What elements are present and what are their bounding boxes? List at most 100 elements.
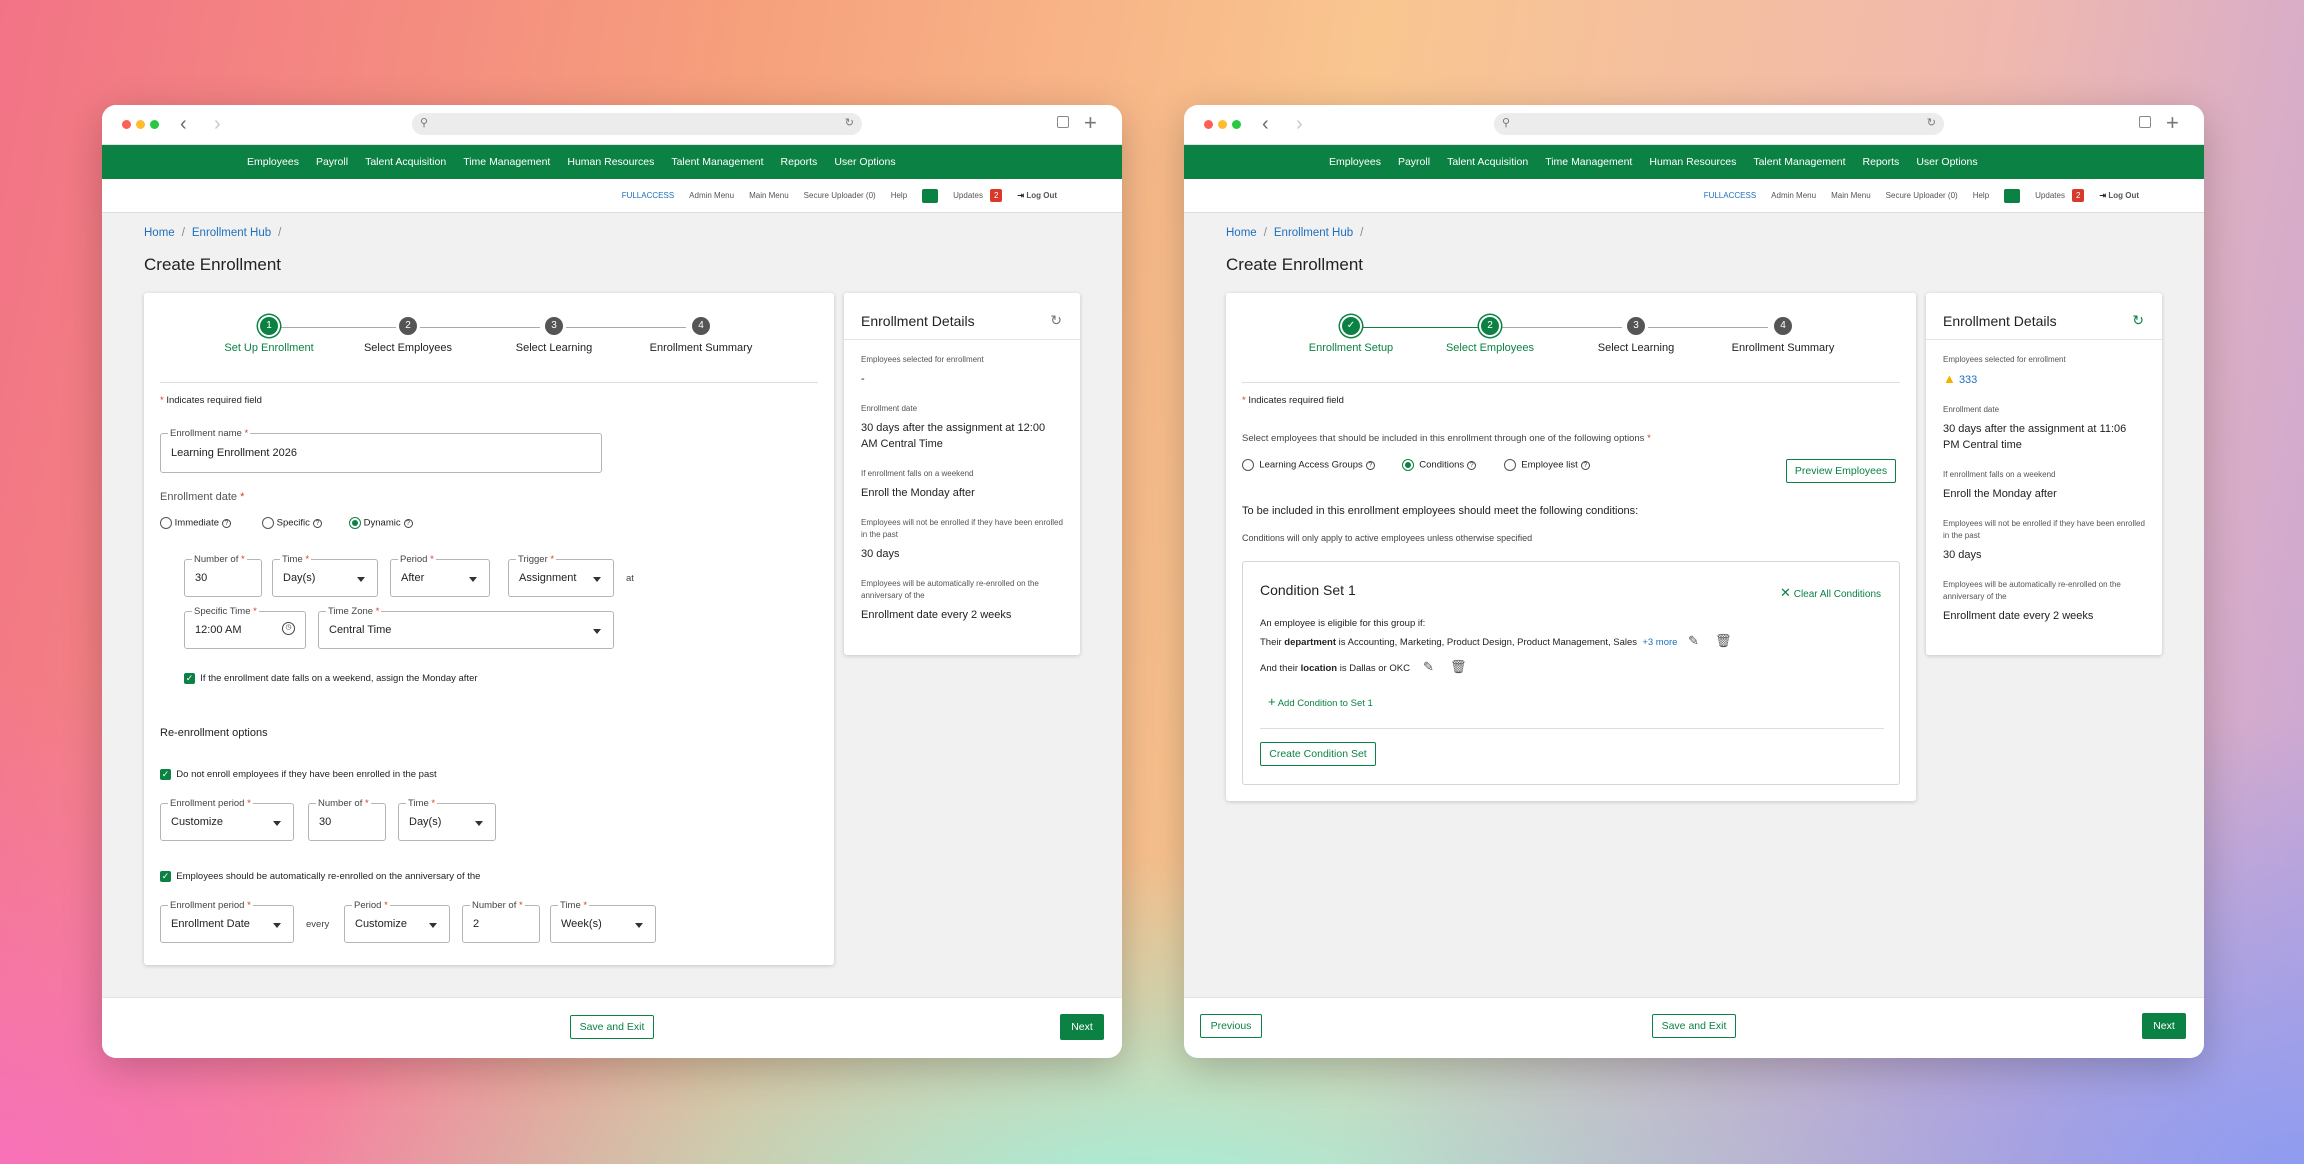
step-2[interactable]: 2 Select Employees [343, 317, 473, 354]
period-2-select[interactable]: Period * Customize [344, 899, 450, 943]
specific-time-field[interactable]: Specific Time * 12:00 AM ◷ [184, 605, 306, 649]
weekend-checkbox-row[interactable]: ✓ If the enrollment date falls on a week… [184, 673, 478, 684]
breadcrumb-home[interactable]: Home [144, 227, 175, 239]
option-employee-list[interactable]: Employee list? [1504, 459, 1590, 471]
updates-link[interactable]: Updates [2035, 191, 2065, 200]
date-option-specific[interactable]: Specific? [262, 517, 322, 529]
edit-icon[interactable]: ✎ [1688, 633, 1699, 649]
selected-count-link[interactable]: 333 [1959, 374, 1977, 386]
nav-user-options[interactable]: User Options [834, 156, 895, 168]
back-icon[interactable]: ‹ [1262, 112, 1269, 136]
logout-link[interactable]: ⇥ Log Out [2099, 191, 2139, 200]
share-icon[interactable] [1057, 116, 1069, 128]
secure-uploader-link[interactable]: Secure Uploader (0) [1886, 191, 1958, 200]
step-4[interactable]: 4 Enrollment Summary [636, 317, 766, 354]
nav-talent-acquisition[interactable]: Talent Acquisition [365, 156, 446, 168]
period-select[interactable]: Period * After [390, 553, 490, 597]
no-enroll-checkbox-row[interactable]: ✓ Do not enroll employees if they have b… [160, 769, 437, 780]
step-3[interactable]: 3 Select Learning [1571, 317, 1701, 354]
back-icon[interactable]: ‹ [180, 112, 187, 136]
help-icon[interactable]: ? [222, 518, 231, 528]
minimize-dot[interactable] [1218, 120, 1227, 129]
refresh-icon[interactable]: ↻ [2132, 312, 2144, 329]
step-4[interactable]: 4 Enrollment Summary [1718, 317, 1848, 354]
enrollment-period-2-select[interactable]: Enrollment period * Enrollment Date [160, 899, 294, 943]
address-bar[interactable]: ⚲ ↻ [412, 113, 862, 135]
option-conditions[interactable]: Conditions? [1402, 459, 1477, 471]
nav-payroll[interactable]: Payroll [316, 156, 348, 168]
enrollment-period-select[interactable]: Enrollment period * Customize [160, 797, 294, 841]
auto-reenroll-checkbox[interactable]: ✓ [160, 871, 171, 882]
radio-dynamic[interactable] [349, 517, 361, 529]
forward-icon[interactable]: › [214, 112, 221, 136]
help-icon[interactable]: ? [1365, 460, 1375, 470]
nav-human-resources[interactable]: Human Resources [1649, 156, 1736, 168]
minimize-dot[interactable] [136, 120, 145, 129]
updates-link[interactable]: Updates [953, 191, 983, 200]
nav-time-management[interactable]: Time Management [1545, 156, 1632, 168]
new-tab-icon[interactable]: + [1084, 108, 1097, 138]
nav-time-management[interactable]: Time Management [463, 156, 550, 168]
nav-reports[interactable]: Reports [1863, 156, 1900, 168]
more-link[interactable]: +3 more [1642, 637, 1677, 648]
forward-icon[interactable]: › [1296, 112, 1303, 136]
date-option-dynamic[interactable]: Dynamic? [349, 517, 413, 529]
enrollment-name-field[interactable]: Enrollment name * Learning Enrollment 202… [160, 427, 602, 473]
new-tab-icon[interactable]: + [2166, 108, 2179, 138]
next-button[interactable]: Next [1060, 1014, 1104, 1040]
share-icon[interactable] [2139, 116, 2151, 128]
auto-reenroll-checkbox-row[interactable]: ✓ Employees should be automatically re-e… [160, 871, 480, 882]
help-icon[interactable]: ? [312, 518, 322, 528]
reload-icon[interactable]: ↻ [845, 116, 854, 129]
flag-icon[interactable] [922, 188, 939, 203]
number-of-2-field[interactable]: Number of * 30 [308, 797, 386, 841]
trash-icon[interactable]: 🗑 [1715, 633, 1732, 649]
secure-uploader-link[interactable]: Secure Uploader (0) [804, 191, 876, 200]
breadcrumb-hub[interactable]: Enrollment Hub [192, 227, 271, 239]
reload-icon[interactable]: ↻ [1927, 116, 1936, 129]
help-link[interactable]: Help [1973, 191, 1989, 200]
time-2-select[interactable]: Time * Day(s) [398, 797, 496, 841]
step-3[interactable]: 3 Select Learning [489, 317, 619, 354]
nav-employees[interactable]: Employees [247, 156, 299, 168]
close-dot[interactable] [1204, 120, 1213, 129]
time-3-select[interactable]: Time * Week(s) [550, 899, 656, 943]
date-option-immediate[interactable]: Immediate? [160, 517, 231, 529]
nav-human-resources[interactable]: Human Resources [567, 156, 654, 168]
nav-talent-acquisition[interactable]: Talent Acquisition [1447, 156, 1528, 168]
help-icon[interactable]: ? [1467, 460, 1477, 470]
radio-immediate[interactable] [160, 517, 172, 529]
radio-employee-list[interactable] [1504, 459, 1516, 471]
flag-icon[interactable] [2004, 188, 2021, 203]
nav-talent-management[interactable]: Talent Management [671, 156, 763, 168]
fullaccess-link[interactable]: FULLACCESS [622, 191, 674, 200]
no-enroll-checkbox[interactable]: ✓ [160, 769, 171, 780]
edit-icon[interactable]: ✎ [1423, 659, 1434, 675]
help-icon[interactable]: ? [1580, 460, 1590, 470]
breadcrumb-home[interactable]: Home [1226, 227, 1257, 239]
nav-employees[interactable]: Employees [1329, 156, 1381, 168]
help-link[interactable]: Help [891, 191, 907, 200]
radio-conditions[interactable] [1402, 459, 1414, 471]
preview-employees-button[interactable]: Preview Employees [1786, 459, 1896, 483]
option-learning-access-groups[interactable]: Learning Access Groups? [1242, 459, 1375, 471]
previous-button[interactable]: Previous [1200, 1014, 1262, 1038]
number-of-field[interactable]: Number of * 30 [184, 553, 262, 597]
number-of-3-field[interactable]: Number of * 2 [462, 899, 540, 943]
next-button[interactable]: Next [2142, 1013, 2186, 1039]
weekend-checkbox[interactable]: ✓ [184, 673, 195, 684]
time-zone-select[interactable]: Time Zone * Central Time [318, 605, 614, 649]
step-1[interactable]: 1 Set Up Enrollment [204, 317, 334, 354]
step-2[interactable]: 2 Select Employees [1425, 317, 1555, 354]
clock-icon[interactable]: ◷ [282, 622, 295, 635]
zoom-dot[interactable] [150, 120, 159, 129]
help-icon[interactable]: ? [403, 518, 413, 528]
breadcrumb-hub[interactable]: Enrollment Hub [1274, 227, 1353, 239]
fullaccess-link[interactable]: FULLACCESS [1704, 191, 1756, 200]
refresh-icon[interactable]: ↻ [1050, 312, 1062, 329]
step-1[interactable]: ✓ Enrollment Setup [1286, 317, 1416, 354]
trash-icon[interactable]: 🗑 [1450, 659, 1467, 675]
admin-menu-link[interactable]: Admin Menu [1771, 191, 1816, 200]
nav-reports[interactable]: Reports [781, 156, 818, 168]
radio-learning-access-groups[interactable] [1242, 459, 1254, 471]
